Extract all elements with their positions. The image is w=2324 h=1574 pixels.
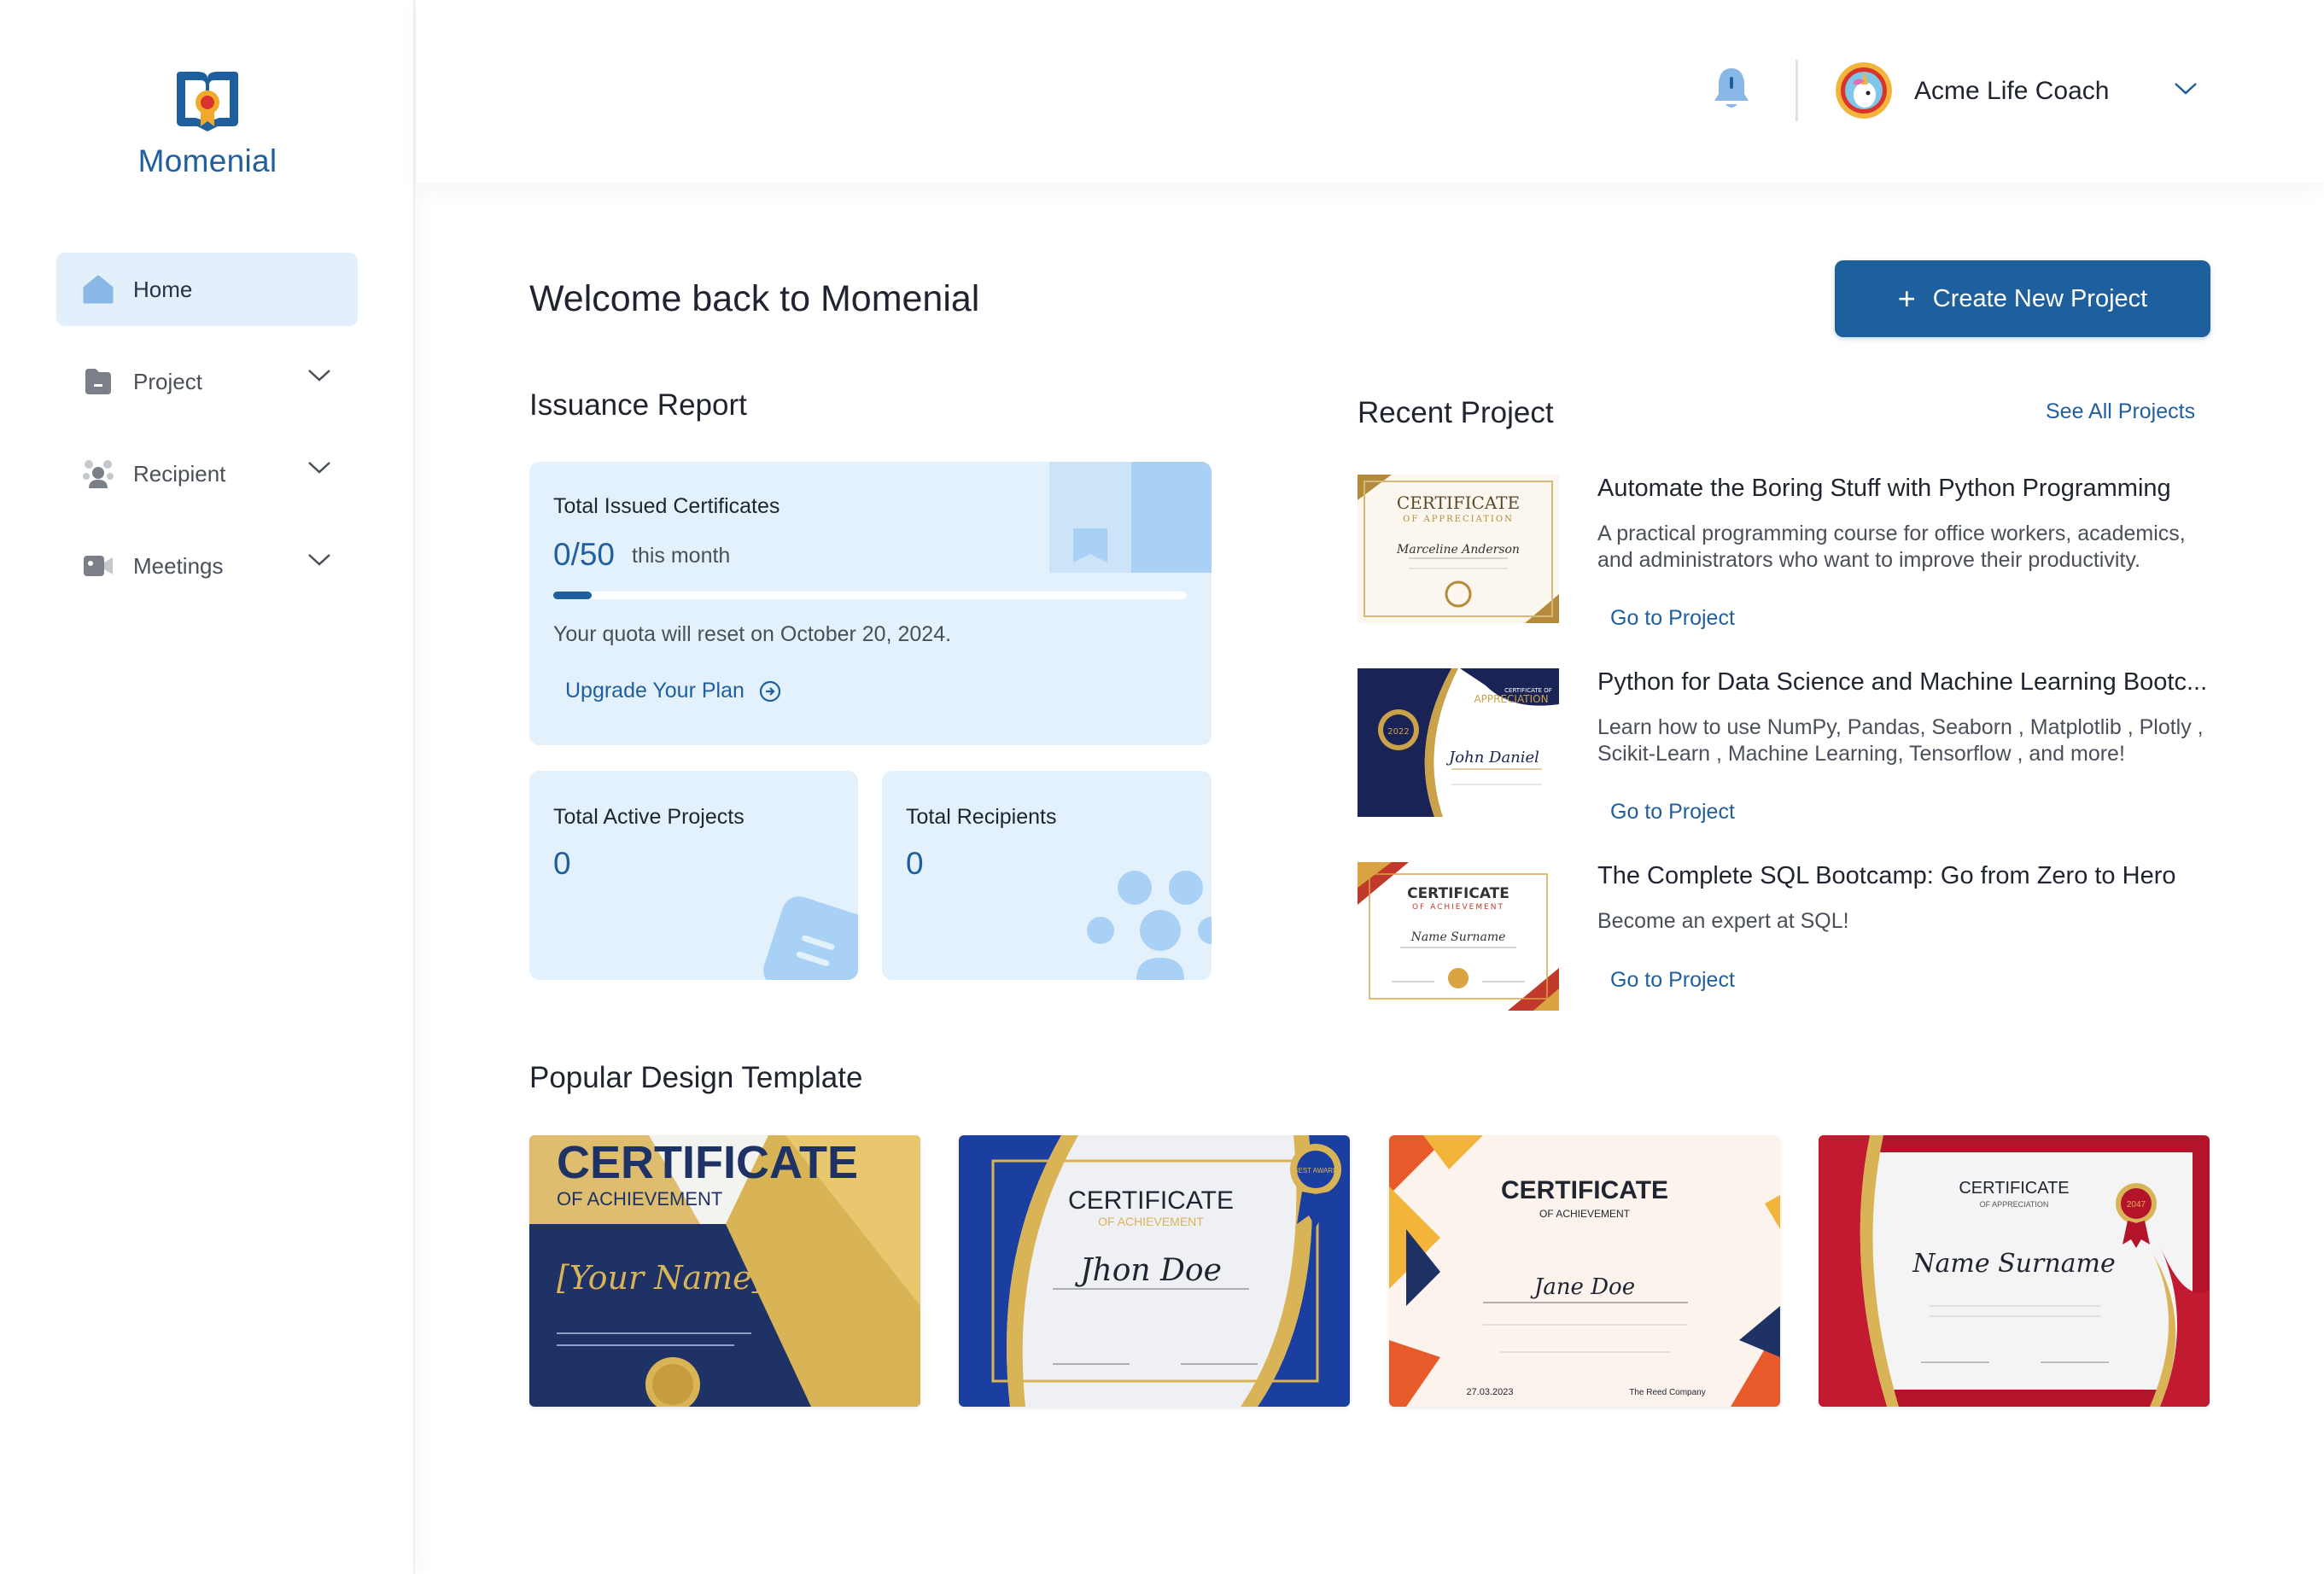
active-projects-label: Total Active Projects [553, 805, 744, 829]
users-icon [82, 458, 114, 490]
folder-icon [82, 365, 114, 398]
see-all-projects-link[interactable]: See All Projects [2046, 399, 2195, 424]
template-date: 27.03.2023 [1466, 1387, 1513, 1397]
thumb-name: John Daniel [1445, 749, 1539, 767]
top-bar: Acme Life Coach [417, 0, 2324, 183]
issuance-report-title: Issuance Report [529, 388, 747, 422]
template-name: Name Surname [1912, 1249, 2116, 1279]
template-sub: OF ACHIEVEMENT [557, 1188, 722, 1210]
quota-progress-bar [553, 592, 1187, 599]
sidebar-item-project[interactable]: Project [56, 345, 358, 418]
go-to-project-link[interactable]: Go to Project [1610, 606, 1735, 631]
sidebar-item-label: Home [133, 276, 193, 302]
project-description: Become an expert at SQL! [1597, 909, 1849, 933]
thumb-sub: OF APPRECIATION [1403, 515, 1514, 524]
recent-project-item[interactable]: 2022 CERTIFICATE OF APPRECIATION John Da… [1358, 668, 2212, 825]
thumb-name: Name Surname [1410, 930, 1506, 944]
sidebar-item-label: Meetings [133, 552, 224, 579]
bookmark-decoration-icon [1049, 462, 1212, 573]
template-sub: OF ACHIEVEMENT [1539, 1208, 1631, 1220]
create-new-project-label: Create New Project [1932, 284, 2148, 312]
project-title[interactable]: Automate the Boring Stuff with Python Pr… [1597, 475, 2212, 503]
user-name[interactable]: Acme Life Coach [1914, 77, 2109, 106]
quota-reset-text: Your quota will reset on October 20, 202… [553, 622, 952, 646]
recipients-label: Total Recipients [906, 805, 1057, 829]
template-heading: CERTIFICATE [1501, 1176, 1668, 1204]
active-projects-card: Total Active Projects 0 [529, 771, 858, 980]
sidebar-item-meetings[interactable]: Meetings [56, 529, 358, 603]
active-projects-value: 0 [553, 846, 571, 881]
home-icon [82, 273, 114, 306]
issued-label: Total Issued Certificates [553, 494, 780, 518]
video-icon [82, 550, 114, 582]
project-description: Learn how to use NumPy, Pandas, Seaborn … [1597, 715, 2204, 766]
template-heading: CERTIFICATE [1959, 1179, 2069, 1198]
chevron-down-icon[interactable] [307, 552, 332, 572]
sidebar-item-recipient[interactable]: Recipient [56, 437, 358, 510]
sidebar-nav: Home Project Recipient Meetings [56, 253, 358, 621]
go-to-project-link[interactable]: Go to Project [1610, 800, 1735, 825]
project-description: A practical programming course for offic… [1597, 522, 2186, 572]
certificate-thumbnail: CERTIFICATE OF ACHIEVEMENT Name Surname [1358, 862, 1559, 1011]
upgrade-plan-label: Upgrade Your Plan [565, 679, 744, 702]
thumb-sub: APPRECIATION [1474, 693, 1548, 705]
chevron-down-icon[interactable] [307, 460, 332, 480]
sidebar-item-home[interactable]: Home [56, 253, 358, 326]
certificate-thumbnail: CERTIFICATE OF APPRECIATION Marceline An… [1358, 475, 1559, 623]
header-divider [1796, 60, 1798, 121]
popular-templates-title: Popular Design Template [529, 1061, 863, 1094]
create-new-project-button[interactable]: + Create New Project [1835, 260, 2210, 337]
template-card[interactable]: CERTIFICATE OF ACHIEVEMENT Jhon Doe BEST… [959, 1135, 1350, 1407]
issued-certificates-card: Total Issued Certificates 0/50 this mont… [529, 462, 1212, 745]
project-title[interactable]: The Complete SQL Bootcamp: Go from Zero … [1597, 862, 2212, 890]
thumb-sub: OF ACHIEVEMENT [1412, 903, 1504, 912]
template-company: The Reed Company [1629, 1388, 1706, 1397]
avatar[interactable] [1836, 62, 1892, 119]
thumb-heading: CERTIFICATE [1407, 885, 1509, 902]
template-card[interactable]: CERTIFICATE OF APPRECIATION Name Surname… [1819, 1135, 2210, 1407]
brand[interactable]: Momenial [0, 67, 415, 179]
issued-period: this month [632, 544, 731, 568]
recipients-value: 0 [906, 846, 924, 881]
sidebar: Momenial Home Project Recipient Meetings [0, 0, 415, 1574]
project-title[interactable]: Python for Data Science and Machine Lear… [1597, 668, 2212, 697]
plus-icon: + [1897, 281, 1916, 316]
recent-project-title: Recent Project [1358, 396, 1554, 429]
template-heading: CERTIFICATE [1068, 1186, 1234, 1215]
thumb-badge: 2022 [1387, 727, 1409, 737]
quota-progress-fill [553, 592, 592, 599]
template-name: [Your Name] [557, 1259, 765, 1297]
users-decoration-icon [1087, 871, 1212, 980]
recent-project-item[interactable]: CERTIFICATE OF ACHIEVEMENT Name Surname … [1358, 862, 2211, 1016]
certificate-thumbnail: 2022 CERTIFICATE OF APPRECIATION John Da… [1358, 668, 1559, 817]
app-name: Momenial [137, 143, 277, 178]
template-card[interactable]: CERTIFICATE OF ACHIEVEMENT Jane Doe 27.0… [1389, 1135, 1780, 1407]
page-title: Welcome back to Momenial [529, 278, 980, 319]
thumb-name: Marceline Anderson [1396, 543, 1520, 557]
thumb-heading: CERTIFICATE [1397, 493, 1520, 513]
arrow-right-circle-icon [759, 680, 780, 702]
upgrade-plan-link[interactable]: Upgrade Your Plan [565, 679, 782, 703]
momenial-logo-icon [177, 72, 238, 131]
template-name: Jane Doe [1530, 1274, 1635, 1300]
folder-decoration-icon [763, 896, 858, 980]
sidebar-item-label: Recipient [133, 460, 226, 487]
template-heading: CERTIFICATE [557, 1137, 858, 1188]
issued-value: 0/50 [553, 537, 616, 572]
recent-project-item[interactable]: CERTIFICATE OF APPRECIATION Marceline An… [1358, 475, 2212, 631]
chevron-down-icon[interactable] [2173, 81, 2198, 101]
template-sub: OF APPRECIATION [1980, 1200, 2049, 1209]
sidebar-item-label: Project [133, 368, 202, 394]
template-name: Jhon Doe [1074, 1253, 1222, 1288]
chevron-down-icon[interactable] [307, 368, 332, 388]
template-sub: OF ACHIEVEMENT [1098, 1215, 1204, 1228]
recipients-card: Total Recipients 0 [882, 771, 1212, 980]
go-to-project-link[interactable]: Go to Project [1610, 968, 1735, 993]
bell-icon[interactable] [1712, 65, 1751, 117]
template-card[interactable]: CERTIFICATE OF ACHIEVEMENT [Your Name] [529, 1135, 920, 1407]
template-badge: 2047 [2127, 1200, 2146, 1210]
template-badge: BEST AWARD [1293, 1167, 1338, 1175]
